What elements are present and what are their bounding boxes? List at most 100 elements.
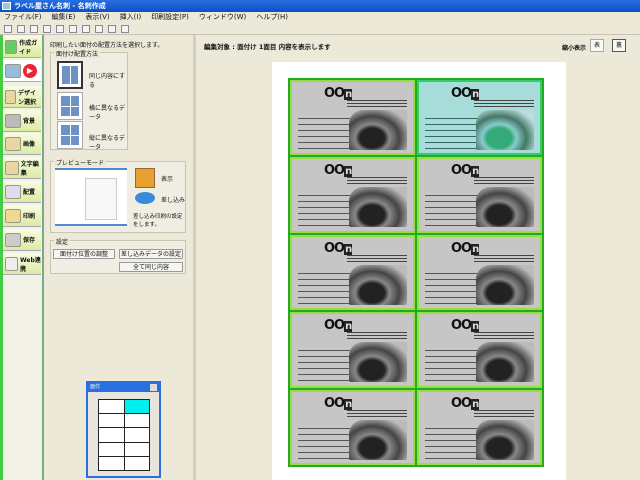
option-vertical[interactable]	[57, 121, 83, 149]
sidebar-item-web[interactable]: Web連携	[3, 253, 41, 275]
preview-cell[interactable]	[99, 456, 124, 470]
menu-help[interactable]: ヘルプ(H)	[256, 12, 288, 23]
zoom-icon[interactable]	[121, 24, 129, 33]
card-info-text	[347, 254, 407, 263]
toolbar	[0, 23, 640, 35]
card-logo: OOn	[451, 395, 479, 411]
sidebar-item-label: 文字編集	[20, 160, 39, 177]
tab-front[interactable]: 表	[590, 39, 604, 52]
preview-cell[interactable]	[124, 456, 149, 470]
card-details-text	[425, 350, 483, 385]
tab-back[interactable]: 裏	[612, 39, 626, 52]
card-logo: OOn	[324, 395, 352, 411]
card-logo: OOn	[324, 318, 352, 334]
sidebar-item-print[interactable]: 印刷	[3, 205, 41, 227]
business-card[interactable]: OOn	[417, 234, 542, 311]
preview-cell[interactable]	[99, 414, 124, 428]
sidebar-item-label: 作成ガイド	[19, 39, 38, 56]
preview-cell[interactable]	[124, 428, 149, 442]
menu-edit[interactable]: 編集(E)	[52, 12, 76, 23]
web-icon	[5, 256, 18, 271]
option-label: 同じ内容にする	[89, 73, 126, 89]
menu-print-settings[interactable]: 印刷設定(P)	[151, 12, 189, 23]
card-info-text	[347, 409, 407, 418]
option-same[interactable]	[57, 61, 83, 89]
preview-cell[interactable]	[124, 400, 149, 414]
preview-cell[interactable]	[99, 442, 124, 456]
card-info-text	[474, 177, 534, 186]
menu-insert[interactable]: 挿入(I)	[120, 12, 142, 23]
preview-cell[interactable]	[124, 414, 149, 428]
card-details-text	[425, 272, 483, 307]
business-card[interactable]: OOn	[290, 234, 415, 311]
guide-icon	[5, 39, 18, 54]
sidebar-item-background[interactable]: 背景	[3, 110, 41, 132]
background-icon	[5, 113, 21, 128]
card-photo	[476, 264, 534, 305]
preview-cell[interactable]	[99, 428, 124, 442]
zoom-label: 縮小表示	[562, 45, 587, 52]
sidebar-item-save[interactable]: 保存	[3, 229, 41, 251]
sidebar-item-start[interactable]: ▶	[3, 60, 41, 82]
sidebar-item-layout[interactable]: 配置	[3, 181, 41, 203]
card-grid: OOn OOn OOn OOn OOn OOn OOn OOn OOn OOn	[288, 78, 544, 467]
option-horizontal[interactable]	[57, 92, 83, 120]
card-photo	[349, 264, 407, 305]
sidebar-item-label: 印刷	[23, 213, 36, 220]
sidebar-item-label: 保存	[23, 237, 36, 244]
option-label: 横に異なるデータ	[89, 105, 126, 121]
merge-icon[interactable]	[135, 192, 155, 204]
layout-preview-window: 面付	[86, 381, 161, 478]
card-info-text	[474, 254, 534, 263]
all-same-button[interactable]: 全て同じ内容	[119, 262, 183, 272]
card-details-text	[298, 350, 356, 385]
close-icon[interactable]	[150, 384, 157, 391]
sidebar-item-label: 配置	[23, 189, 36, 196]
sidebar-item-label: デザイン選択	[17, 89, 36, 106]
sidebar-item-guide[interactable]: 作成ガイド	[3, 36, 41, 58]
layout-icon	[5, 184, 21, 199]
paste-icon[interactable]	[108, 24, 116, 33]
redo-icon[interactable]	[69, 24, 77, 33]
card-logo: OOn	[451, 240, 479, 256]
business-card[interactable]: OOn	[417, 157, 542, 233]
menu-bar: ファイル(F) 編集(E) 表示(V) 挿入(I) 印刷設定(P) ウィンドウ(…	[0, 12, 640, 23]
business-card[interactable]: OOn	[290, 157, 415, 233]
adjust-position-button[interactable]: 面付け位置の調整	[53, 249, 115, 259]
merge-data-button[interactable]: 差し込みデータの設定	[119, 249, 183, 259]
undo-icon[interactable]	[56, 24, 64, 33]
panel-intro: 印刷したい面付の配置方法を選択します。	[50, 42, 164, 49]
card-logo: OOn	[451, 318, 479, 334]
card-info-text	[474, 332, 534, 341]
menu-window[interactable]: ウィンドウ(W)	[199, 12, 246, 23]
menu-file[interactable]: ファイル(F)	[4, 12, 42, 23]
sidebar-item-label: 画像	[23, 141, 36, 148]
copy-icon[interactable]	[95, 24, 103, 33]
new-icon[interactable]	[4, 24, 12, 33]
save-icon[interactable]	[30, 24, 38, 33]
business-card[interactable]: OOn	[417, 80, 542, 156]
business-card[interactable]: OOn	[290, 80, 415, 156]
preview-window-title: 面付	[88, 383, 159, 392]
business-card[interactable]: OOn	[290, 312, 415, 388]
sidebar-item-design[interactable]: デザイン選択	[3, 86, 41, 108]
sidebar-item-text[interactable]: 文字編集	[3, 157, 41, 179]
card-icon	[5, 63, 21, 78]
card-details-text	[298, 118, 356, 152]
main-header: 編集対象 : 面付け 1面目 内容を表示します	[204, 43, 331, 51]
preview-cell[interactable]	[99, 400, 124, 414]
business-card[interactable]: OOn	[290, 389, 415, 465]
business-card[interactable]: OOn	[417, 389, 542, 465]
menu-view[interactable]: 表示(V)	[85, 12, 109, 23]
sidebar-item-image[interactable]: 画像	[3, 133, 41, 155]
card-logo: OOn	[451, 86, 479, 101]
card-logo: OOn	[451, 163, 479, 179]
preview-note: 差し込み印刷の設定をします。	[133, 214, 183, 228]
preview-cell[interactable]	[124, 442, 149, 456]
business-card[interactable]: OOn	[417, 312, 542, 388]
print-icon[interactable]	[43, 24, 51, 33]
display-icon[interactable]	[135, 168, 155, 188]
group-title: 面付け配置方法	[54, 49, 101, 58]
cut-icon[interactable]	[82, 24, 90, 33]
open-icon[interactable]	[17, 24, 25, 33]
